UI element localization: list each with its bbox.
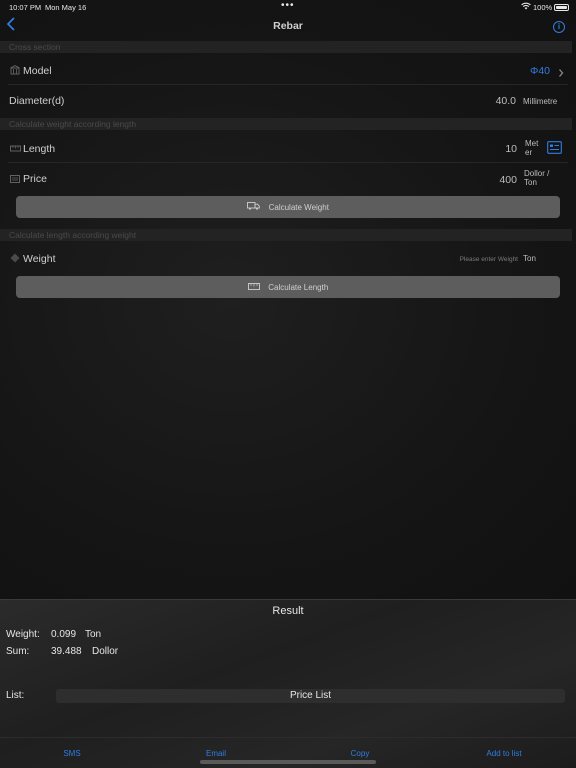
result-title: Result [272, 605, 304, 617]
result-sum-unit: Dollor [92, 646, 119, 657]
weight-label: Weight [23, 253, 56, 265]
sms-button[interactable]: SMS [32, 749, 112, 758]
calculate-length-label: Calculate Length [268, 283, 329, 292]
weight-row[interactable]: Weight Please enter Weight Ton [0, 248, 576, 270]
info-icon: i [557, 22, 561, 31]
length-label: Length [23, 143, 56, 155]
info-button[interactable]: i [553, 21, 565, 33]
price-unit: Dollor / Ton [524, 169, 549, 187]
length-input[interactable]: 10 [470, 143, 517, 155]
truck-icon [247, 202, 263, 212]
result-sum-label: Sum: [6, 646, 30, 657]
result-weight-value: 0.099 [51, 629, 77, 640]
diameter-value: 40.0 [495, 95, 516, 107]
section-header-cross-section: Cross section [0, 41, 572, 53]
add-to-list-button[interactable]: Add to list [464, 749, 544, 758]
home-indicator[interactable] [200, 760, 376, 764]
model-label: Model [23, 65, 52, 77]
wifi-icon [521, 2, 531, 12]
length-unit: Met er [525, 139, 538, 157]
result-sum-value: 39.488 [51, 646, 82, 657]
status-date: Mon May 16 [45, 3, 87, 12]
list-icon[interactable] [547, 141, 562, 159]
page-title: Rebar [273, 20, 303, 32]
result-weight-unit: Ton [85, 629, 102, 640]
diameter-label: Diameter(d) [9, 95, 65, 107]
price-list-button[interactable]: Price List [56, 689, 565, 703]
status-time: 10:07 PM [9, 3, 42, 12]
chevron-right-icon [558, 65, 564, 83]
weight-unit: Ton [523, 254, 536, 263]
result-list-label: List: [6, 690, 25, 701]
diameter-row: Diameter(d) 40.0 Millimetre [0, 91, 576, 111]
diamond-icon [10, 253, 20, 265]
separator [8, 162, 568, 163]
email-button[interactable]: Email [176, 749, 256, 758]
model-value[interactable]: Φ40 [500, 65, 550, 77]
result-panel: Result Weight: 0.099 Ton Sum: 39.488 Dol… [0, 599, 576, 768]
calculate-weight-button[interactable]: Calculate Weight [16, 196, 560, 218]
battery-percent: 100% [533, 3, 553, 12]
price-row[interactable]: Price 400 Dollor / Ton [0, 168, 576, 192]
background [0, 0, 576, 600]
result-weight-label: Weight: [6, 629, 40, 640]
building-icon [10, 65, 20, 77]
calculate-weight-label: Calculate Weight [268, 203, 329, 212]
price-input[interactable]: 400 [470, 174, 517, 186]
price-tag-icon [10, 175, 20, 185]
section-header-length-by-weight: Calculate length according weight [0, 229, 572, 241]
length-unit-line1: Met [525, 139, 539, 148]
status-bar: 10:07 PM Mon May 16 ••• 100% [0, 0, 576, 16]
copy-button[interactable]: Copy [320, 749, 400, 758]
price-label: Price [23, 173, 47, 185]
battery-icon [554, 4, 569, 11]
price-unit-line2: Ton [524, 178, 537, 187]
footer-separator [0, 737, 576, 738]
navigation-bar: Rebar i [0, 16, 576, 38]
multitasking-dots-icon[interactable]: ••• [281, 0, 295, 11]
section-header-weight-by-length: Calculate weight according length [0, 118, 572, 130]
length-row[interactable]: Length 10 Met er [0, 137, 576, 161]
calculate-length-button[interactable]: Calculate Length [16, 276, 560, 298]
diameter-unit: Millimetre [523, 97, 558, 106]
ruler-icon [10, 144, 21, 154]
weight-input[interactable]: Please enter Weight [420, 256, 518, 263]
length-unit-line2: er [525, 148, 533, 157]
separator [8, 84, 568, 85]
model-row[interactable]: Model Φ40 [0, 60, 576, 82]
price-unit-line1: Dollor / [524, 169, 550, 178]
ruler-icon [247, 282, 263, 292]
